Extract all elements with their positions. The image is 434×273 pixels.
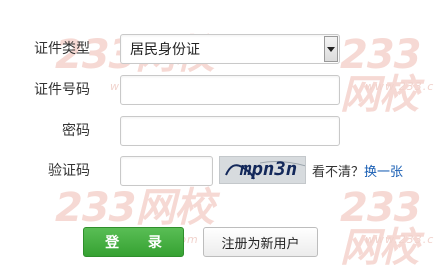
password-label: 密码 bbox=[62, 123, 90, 139]
id-number-input[interactable] bbox=[120, 75, 340, 105]
watermark-url: www.233.com bbox=[365, 80, 434, 93]
watermark-logo: 233网校 bbox=[340, 32, 422, 118]
register-button[interactable]: 注册为新用户 bbox=[203, 227, 318, 257]
captcha-hint-text: 看不清？ bbox=[312, 165, 365, 180]
password-input[interactable] bbox=[120, 116, 340, 146]
captcha-input[interactable] bbox=[120, 156, 213, 186]
id-type-select[interactable]: 居民身份证 bbox=[120, 34, 340, 64]
captcha-label: 验证码 bbox=[48, 163, 90, 179]
captcha-image[interactable]: mpn3n bbox=[219, 156, 306, 184]
watermark-logo: 233网校 bbox=[55, 185, 214, 231]
watermark-logo: 233网校 bbox=[340, 185, 422, 271]
id-type-label: 证件类型 bbox=[34, 41, 90, 57]
id-number-label: 证件号码 bbox=[34, 82, 90, 98]
chevron-down-icon bbox=[327, 46, 335, 52]
dropdown-button[interactable] bbox=[324, 36, 338, 62]
captcha-hint: 看不清？换一张 bbox=[312, 165, 403, 181]
watermark-url: www.233.com bbox=[365, 233, 434, 246]
login-button[interactable]: 登 录 bbox=[83, 227, 184, 257]
captcha-text: mpn3n bbox=[240, 158, 298, 180]
id-type-value: 居民身份证 bbox=[130, 42, 200, 58]
refresh-captcha-link[interactable]: 换一张 bbox=[364, 165, 403, 180]
